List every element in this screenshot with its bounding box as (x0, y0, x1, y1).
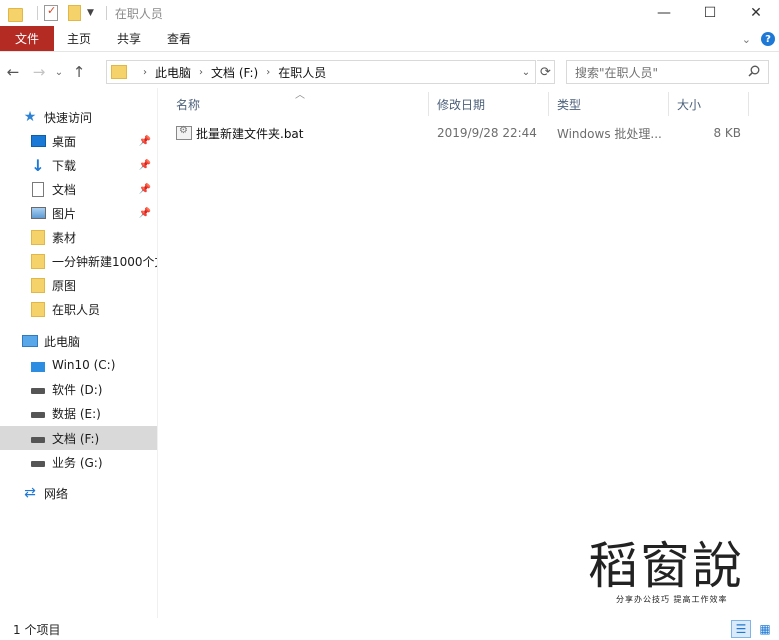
tab-share[interactable]: 共享 (104, 26, 154, 51)
sidebar-item-this-pc[interactable]: 此电脑 (0, 329, 157, 353)
sidebar-item-folder-staff[interactable]: 在职人员 (0, 297, 157, 321)
help-icon[interactable]: ? (761, 32, 775, 46)
drive-icon (30, 454, 46, 470)
pictures-icon (30, 205, 46, 221)
column-header-row: 名称 修改日期 类型 大小 (168, 92, 752, 116)
sidebar-item-folder-yuantu[interactable]: 原图 (0, 273, 157, 297)
star-icon: ★ (23, 109, 37, 125)
breadcrumb: › 此电脑 › 文档 (F:) › 在职人员 (135, 64, 326, 81)
expand-ribbon-chevron-icon[interactable]: ⌄ (742, 33, 751, 46)
up-button[interactable]: ↑ (66, 56, 92, 88)
tab-view[interactable]: 查看 (154, 26, 204, 51)
pin-icon: 📌 (138, 135, 151, 147)
large-icons-view-icon[interactable]: ▦ (755, 620, 775, 638)
download-icon: ↓ (31, 155, 45, 175)
sidebar-item-desktop[interactable]: 桌面 📌 (0, 129, 157, 153)
minimize-button[interactable]: — (641, 0, 687, 26)
search-input[interactable]: 搜索"在职人员" (566, 60, 769, 84)
column-header-name[interactable]: 名称 (168, 92, 429, 116)
breadcrumb-drive-f[interactable]: 文档 (F:) (211, 64, 258, 81)
drive-icon (30, 405, 46, 421)
sidebar-item-folder-1000[interactable]: 一分钟新建1000个文件夹 (0, 249, 157, 273)
file-size: 8 KB (713, 126, 741, 140)
search-placeholder: 搜索"在职人员" (575, 65, 659, 80)
sidebar-item-drive-c[interactable]: Win10 (C:) (0, 353, 157, 377)
file-name: 批量新建文件夹.bat (196, 126, 304, 141)
customize-qa-chevron-icon[interactable]: ▼ (87, 8, 94, 18)
breadcrumb-current-folder[interactable]: 在职人员 (278, 64, 326, 81)
breadcrumb-separator-icon[interactable]: › (266, 67, 270, 78)
navigation-pane: ★ 快速访问 桌面 📌 ↓ 下载 📌 文档 📌 图片 📌 素材 一分钟新建100… (0, 100, 157, 620)
file-type: Windows 批处理... (557, 126, 662, 141)
tab-home[interactable]: 主页 (54, 26, 104, 51)
search-icon (748, 65, 760, 77)
batch-file-icon (176, 125, 192, 140)
sidebar-item-drive-d[interactable]: 软件 (D:) (0, 377, 157, 401)
tab-file[interactable]: 文件 (0, 26, 54, 51)
network-icon: ⇄ (24, 485, 36, 501)
column-header-date[interactable]: 修改日期 (429, 92, 549, 116)
folder-icon (8, 6, 23, 22)
maximize-button[interactable]: ☐ (687, 0, 733, 26)
sidebar-item-documents[interactable]: 文档 📌 (0, 177, 157, 201)
folder-icon (30, 253, 46, 269)
sidebar-item-drive-f[interactable]: 文档 (F:) (0, 426, 157, 450)
drive-icon (30, 381, 46, 397)
folder-icon (30, 301, 46, 317)
sidebar-item-drive-e[interactable]: 数据 (E:) (0, 401, 157, 425)
pin-icon: 📌 (138, 207, 151, 219)
sidebar-item-pictures[interactable]: 图片 📌 (0, 201, 157, 225)
title-bar: ▼ 在职人员 — ☐ ✕ (0, 0, 779, 26)
item-count: 1 个项目 (13, 622, 61, 637)
forward-button[interactable]: → (26, 56, 52, 88)
folder-icon (30, 229, 46, 245)
navigation-bar: ← → ⌄ ↑ › 此电脑 › 文档 (F:) › 在职人员 ⌄ ⟳ 搜索"在职… (0, 56, 779, 88)
breadcrumb-this-pc[interactable]: 此电脑 (155, 64, 191, 81)
file-date: 2019/9/28 22:44 (437, 126, 537, 140)
pin-icon: 📌 (138, 159, 151, 171)
window-controls: — ☐ ✕ (641, 0, 779, 26)
folder-icon (111, 65, 127, 79)
address-bar[interactable]: › 此电脑 › 文档 (F:) › 在职人员 ⌄ (106, 60, 536, 84)
desktop-icon (30, 133, 46, 149)
new-folder-icon[interactable] (68, 5, 81, 21)
folder-icon (30, 277, 46, 293)
quick-access-toolbar: ▼ (0, 0, 113, 26)
ribbon-tabs: 文件 主页 共享 查看 ⌄ ? (0, 26, 779, 52)
sidebar-item-downloads[interactable]: ↓ 下载 📌 (0, 153, 157, 177)
column-header-size[interactable]: 大小 (669, 92, 749, 116)
windows-drive-icon (30, 357, 46, 373)
computer-icon (22, 333, 38, 349)
refresh-button[interactable]: ⟳ (537, 60, 555, 84)
document-icon (30, 181, 46, 197)
details-view-icon[interactable]: ☰ (731, 620, 751, 638)
breadcrumb-separator-icon[interactable]: › (199, 67, 203, 78)
back-button[interactable]: ← (0, 56, 26, 88)
address-history-chevron-icon[interactable]: ⌄ (517, 61, 535, 83)
sidebar-item-network[interactable]: ⇄ 网络 (0, 481, 157, 505)
window-title: 在职人员 (114, 6, 163, 21)
sidebar-item-quick-access[interactable]: ★ 快速访问 (0, 105, 157, 129)
column-header-type[interactable]: 类型 (549, 92, 669, 116)
breadcrumb-separator-icon[interactable]: › (143, 67, 147, 78)
watermark-title: 稻窗說 (588, 537, 744, 595)
sidebar-item-drive-g[interactable]: 业务 (G:) (0, 450, 157, 474)
watermark-logo: 稻窗說 分享办公技巧 提高工作效率 (588, 536, 758, 614)
properties-icon[interactable] (44, 4, 58, 21)
sidebar-item-folder-sucai[interactable]: 素材 (0, 225, 157, 249)
pin-icon: 📌 (138, 183, 151, 195)
drive-icon (30, 430, 46, 446)
close-button[interactable]: ✕ (733, 0, 779, 26)
status-bar: 1 个项目 ☰ ▦ (0, 618, 779, 640)
file-row[interactable]: 批量新建文件夹.bat 2019/9/28 22:44 Windows 批处理.… (168, 122, 752, 144)
recent-locations-chevron-icon[interactable]: ⌄ (52, 56, 66, 88)
